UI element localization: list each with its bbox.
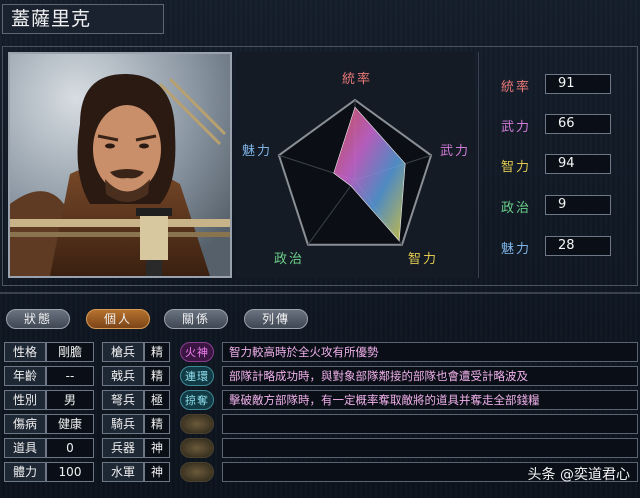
skill-description: 智力較高時於全火攻有所優勢: [222, 342, 638, 362]
info-label: 性格: [4, 342, 46, 362]
stat-label: 政治: [501, 201, 532, 216]
stat-label: 武力: [501, 120, 532, 135]
info-label: 性別: [4, 390, 46, 410]
aptitude-label: 騎兵: [102, 414, 144, 434]
aptitude-value: 極: [144, 390, 170, 410]
info-value: 男: [46, 390, 94, 410]
radar-label-intelligence: 智力: [408, 252, 439, 267]
stat-row-war: 武力 66: [489, 114, 629, 136]
radar-label-war: 武力: [440, 144, 471, 159]
aptitude-label: 弩兵: [102, 390, 144, 410]
aptitude-value: 神: [144, 438, 170, 458]
radar-label-leadership: 統率: [342, 72, 373, 87]
info-value: 100: [46, 462, 94, 482]
empty-skill-description: [222, 414, 638, 434]
portrait-illustration: [10, 54, 230, 276]
stat-row-intelligence: 智力 94: [489, 154, 629, 176]
aptitude-label: 兵器: [102, 438, 144, 458]
info-label: 體力: [4, 462, 46, 482]
stat-value: 66: [545, 114, 611, 134]
watermark: 头条 @奕道君心: [527, 467, 630, 483]
skill-chip[interactable]: 連環: [180, 366, 214, 386]
tab-biography[interactable]: 列傳: [244, 309, 308, 329]
radar-label-politics: 政治: [274, 252, 305, 267]
radar-label-charm: 魅力: [242, 144, 273, 159]
stat-row-charm: 魅力 28: [489, 236, 629, 258]
stat-label: 統率: [501, 80, 532, 95]
aptitude-value: 精: [144, 414, 170, 434]
info-value: 剛膽: [46, 342, 94, 362]
aptitude-label: 水軍: [102, 462, 144, 482]
section-divider: [0, 292, 640, 294]
empty-skill-description: [222, 438, 638, 458]
skill-chip[interactable]: 掠奪: [180, 390, 214, 410]
stat-value: 28: [545, 236, 611, 256]
aptitude-label: 戟兵: [102, 366, 144, 386]
stat-value: 9: [545, 195, 611, 215]
skill-chip[interactable]: 火神: [180, 342, 214, 362]
empty-skill-chip: [180, 438, 214, 458]
info-value: 0: [46, 438, 94, 458]
tab-relations[interactable]: 關係: [164, 309, 228, 329]
tab-personal[interactable]: 個人: [86, 309, 150, 329]
skill-description: 擊破敵方部隊時，有一定概率奪取敵將的道具并奪走全部錢糧: [222, 390, 638, 410]
info-label: 年齡: [4, 366, 46, 386]
aptitude-value: 神: [144, 462, 170, 482]
info-value: 健康: [46, 414, 94, 434]
stat-row-politics: 政治 9: [489, 195, 629, 217]
stat-value: 94: [545, 154, 611, 174]
empty-skill-chip: [180, 414, 214, 434]
stat-value: 91: [545, 74, 611, 94]
info-label: 道具: [4, 438, 46, 458]
aptitude-value: 精: [144, 366, 170, 386]
info-value: --: [46, 366, 94, 386]
empty-skill-chip: [180, 462, 214, 482]
stat-label: 魅力: [501, 242, 532, 257]
stat-label: 智力: [501, 160, 532, 175]
aptitude-value: 精: [144, 342, 170, 362]
skill-description: 部隊計略成功時，與對象部隊鄰接的部隊也會遭受計略波及: [222, 366, 638, 386]
officer-portrait: [8, 52, 232, 278]
info-label: 傷病: [4, 414, 46, 434]
officer-name: 蓋薩里克: [2, 4, 164, 34]
stat-row-leadership: 統率 91: [489, 74, 629, 96]
stat-radar-chart: 統率 武力 智力 政治 魅力: [236, 52, 474, 278]
stats-panel: 統率 91 武力 66 智力 94 政治 9 魅力 28: [478, 52, 634, 278]
aptitude-label: 槍兵: [102, 342, 144, 362]
tab-status[interactable]: 狀態: [6, 309, 70, 329]
